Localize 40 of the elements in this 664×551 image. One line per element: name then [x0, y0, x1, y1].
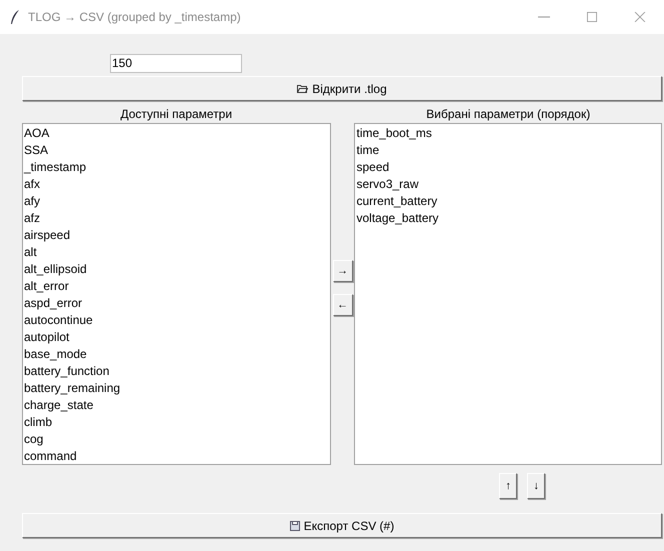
list-item[interactable]: alt_ellipsoid [23, 261, 330, 278]
transfer-button[interactable]: → [332, 260, 353, 282]
order-button[interactable]: ↓ [527, 473, 546, 499]
list-item[interactable]: afz [23, 210, 330, 227]
list-item[interactable]: battery_function [23, 363, 330, 380]
list-item[interactable]: charge_state [23, 397, 330, 414]
list-item[interactable]: cog [23, 431, 330, 448]
list-item[interactable]: time_boot_ms [355, 125, 661, 142]
list-item[interactable]: SSA [23, 142, 330, 159]
list-item[interactable]: afx [23, 176, 330, 193]
list-item[interactable]: battery_remaining [23, 380, 330, 397]
list-item[interactable]: alt_error [23, 278, 330, 295]
open-button[interactable]: Відкрити .tlog [22, 76, 662, 101]
transfer-button[interactable]: ← [332, 294, 353, 316]
list-item[interactable]: afy [23, 193, 330, 210]
list-item[interactable]: current_battery [355, 193, 661, 210]
maximize-icon[interactable] [586, 12, 598, 22]
list-item[interactable]: autocontinue [23, 312, 330, 329]
order-button[interactable]: ↑ [499, 473, 518, 499]
feather-icon [10, 9, 20, 25]
list-item[interactable]: AOA [23, 125, 330, 142]
folder-icon [297, 84, 308, 93]
close-icon[interactable] [634, 12, 646, 22]
export-button[interactable]: Експорт CSV (#) [22, 513, 662, 538]
list-heading: Вибрані параметри (порядок) [425, 106, 592, 123]
list-item[interactable]: time [355, 142, 661, 159]
list-item[interactable]: _timestamp [23, 159, 330, 176]
list-item[interactable]: aspd_error [23, 295, 330, 312]
list-item[interactable]: base_mode [23, 346, 330, 363]
interval-field[interactable]: 150 [110, 54, 242, 72]
window-title: TLOG → CSV (grouped by _timestamp) [28, 9, 241, 26]
list-item[interactable]: climb [23, 414, 330, 431]
list-item[interactable]: servo3_raw [355, 176, 661, 193]
list-item[interactable]: speed [355, 159, 661, 176]
list-item[interactable]: voltage_battery [355, 210, 661, 227]
list-item[interactable]: alt [23, 244, 330, 261]
list-item[interactable]: autopilot [23, 329, 330, 346]
list-item[interactable]: airspeed [23, 227, 330, 244]
list-item[interactable]: command [23, 448, 330, 464]
list-heading: Доступні параметри [119, 106, 234, 123]
